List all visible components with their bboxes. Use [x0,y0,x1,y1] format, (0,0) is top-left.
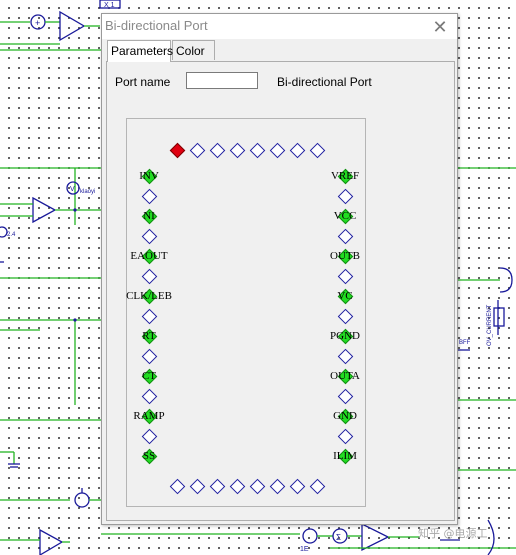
pin-slot-left-8[interactable] [141,328,158,345]
pin-slot-right-11[interactable] [337,388,354,405]
pin-slot-bottom-4[interactable] [249,478,266,495]
pin-slot-top-3[interactable] [229,142,246,159]
pin-slot-bottom-5[interactable] [269,478,286,495]
pin-slot-left-1[interactable] [141,188,158,205]
pin-slot-left-5[interactable] [141,268,158,285]
pin-slot-right-5[interactable] [337,268,354,285]
svg-text:+: + [35,18,40,28]
pin-slot-right-4[interactable] [337,248,354,265]
dialog-title: Bi-directional Port [105,18,208,33]
probe-label: V [70,186,75,193]
pin-slot-top-4[interactable] [249,142,266,159]
bidirectional-port-dialog: Bi-directional Port ✕ Parameters Color P… [101,13,458,525]
bottom-value-label: 1E [300,546,309,553]
pin-slot-left-9[interactable] [141,348,158,365]
small-value-label: 2.4 [7,232,16,238]
pin-layout-box: INV NI EAOUT CLK/LEB RT CT RAMP SS VREF VCC OUTB VC… [126,118,366,507]
ref-label: X 1 [104,2,115,9]
pin-slot-right-3[interactable] [337,228,354,245]
pin-slot-right-13[interactable] [337,428,354,445]
right-net-label: OV_CURRENT [487,304,493,346]
pin-slot-top-2[interactable] [209,142,226,159]
schematic-right: OV_CURRENT BFF [458,167,516,471]
pin-slot-bottom-6[interactable] [289,478,306,495]
pin-slot-left-10[interactable] [141,368,158,385]
pin-slot-right-9[interactable] [337,348,354,365]
net-name-label: klaoyi [80,189,95,195]
schematic-left-middle: V klaoyi 2.4 [0,167,101,421]
pin-slot-left-4[interactable] [141,248,158,265]
schematic-left-bottom [0,451,101,555]
close-icon[interactable]: ✕ [429,16,451,38]
tab-parameters[interactable]: Parameters [107,40,173,62]
svg-text:Σ: Σ [336,533,341,542]
pin-slot-right-8[interactable] [337,328,354,345]
pin-slot-bottom-3[interactable] [229,478,246,495]
pin-slot-left-6[interactable] [141,288,158,305]
pin-slot-right-6[interactable] [337,288,354,305]
port-name-label: Port name [115,75,171,89]
watermark: 知乎 @电源工 [418,526,488,540]
pin-slot-right-14[interactable] [337,448,354,465]
port-name-input[interactable] [186,72,258,89]
pin-slot-right-12[interactable] [337,408,354,425]
pin-slot-bottom-0[interactable] [169,478,186,495]
pin-slot-bottom-7[interactable] [309,478,326,495]
pin-slot-top-0[interactable] [169,142,186,159]
pin-slot-left-12[interactable] [141,408,158,425]
right-tag-label: BFF [459,340,471,346]
pin-slot-top-1[interactable] [189,142,206,159]
parameters-panel: Port name Bi-directional Port INV NI EAOUT… [106,61,455,521]
pin-slot-top-7[interactable] [309,142,326,159]
pin-slot-left-14[interactable] [141,448,158,465]
pin-slot-right-1[interactable] [337,188,354,205]
dialog-titlebar[interactable]: Bi-directional Port ✕ [102,14,457,39]
pin-slot-right-10[interactable] [337,368,354,385]
pin-slot-bottom-2[interactable] [209,478,226,495]
pin-slot-right-0[interactable] [337,168,354,185]
pin-slot-top-5[interactable] [269,142,286,159]
pin-slot-left-3[interactable] [141,228,158,245]
port-type-text: Bi-directional Port [277,75,372,89]
pin-slot-left-0[interactable] [141,168,158,185]
pin-slot-left-7[interactable] [141,308,158,325]
pin-slot-left-13[interactable] [141,428,158,445]
pin-slot-right-2[interactable] [337,208,354,225]
pin-slot-left-2[interactable] [141,208,158,225]
pin-slot-top-6[interactable] [289,142,306,159]
pin-slot-left-11[interactable] [141,388,158,405]
pin-slot-bottom-1[interactable] [189,478,206,495]
pin-slot-right-7[interactable] [337,308,354,325]
tab-color[interactable]: Color [172,40,215,60]
